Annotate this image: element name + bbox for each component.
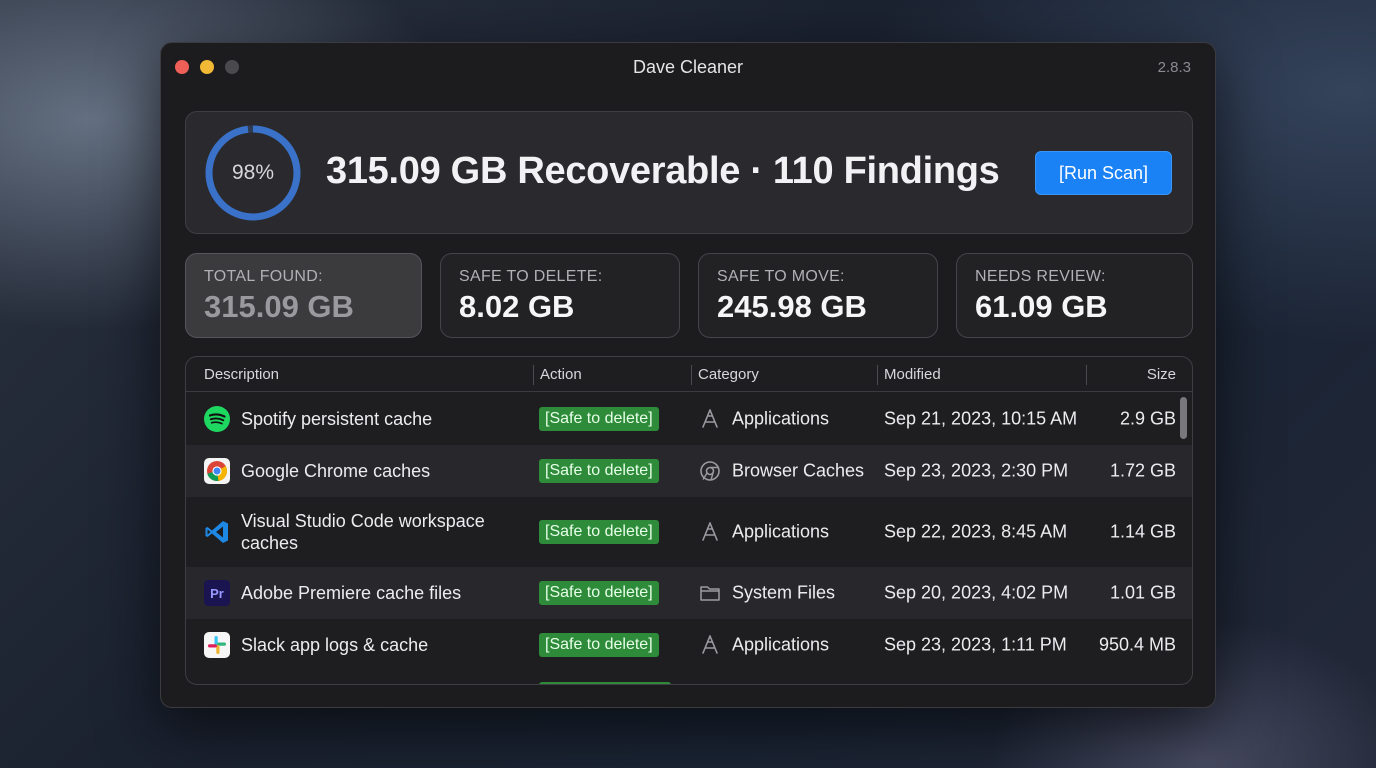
safe-to-delete-badge[interactable]: [Safe to delete] [539,520,659,544]
slack-icon [204,632,230,658]
applications-icon [702,522,718,541]
table-row[interactable]: Pr Adobe Premiere cache files [Safe to d… [186,567,1192,619]
column-divider[interactable] [691,365,692,385]
stat-value: 315.09 GB [204,289,354,324]
app-window: Dave Cleaner 2.8.3 98% 315.09 GB Recover… [160,42,1216,708]
category-cell: System Files [732,582,836,603]
window-title: Dave Cleaner [632,57,744,77]
column-divider[interactable] [877,365,878,385]
stat-value: 8.02 GB [459,289,575,324]
premiere-icon-text: Pr [210,586,224,601]
summary-panel: 98% 315.09 GB Recoverable · 110 Findings… [185,111,1193,234]
description-cell: Adobe Premiere cache files [241,583,462,603]
column-header-size[interactable]: Size [1147,366,1176,383]
stat-label: SAFE TO DELETE: [459,268,603,285]
column-header-description[interactable]: Description [204,366,279,383]
version-label: 2.8.3 [1157,59,1191,76]
modified-cell: Sep 23, 2023, 2:30 PM [884,460,1069,481]
vscode-icon [205,521,228,543]
titlebar: Dave Cleaner 2.8.3 [161,43,1215,91]
modified-cell: Sep 20, 2023, 4:02 PM [884,582,1069,603]
safe-to-delete-badge[interactable]: [Safe to delete] [539,581,659,605]
description-cell: Slack app logs & cache [241,635,429,655]
premiere-icon: Pr [204,580,230,606]
column-header-action[interactable]: Action [540,366,582,383]
browser-icon [700,461,720,481]
stat-safe-to-delete: SAFE TO DELETE: 8.02 GB [440,253,680,338]
progress-percent: 98% [231,161,275,184]
description-cell: Visual Studio Code workspace caches [241,511,485,553]
run-scan-button[interactable]: [Run Scan] [1035,151,1172,195]
findings-table: Description Action Category Modified Siz… [185,356,1193,685]
spotify-icon [204,406,230,432]
stat-value: 245.98 GB [717,289,867,324]
stat-label: TOTAL FOUND: [204,268,323,285]
stat-total-found: TOTAL FOUND: 315.09 GB [185,253,422,338]
recoverable-headline: 315.09 GB Recoverable · 110 Findings [326,150,1000,192]
column-header-modified[interactable]: Modified [884,366,941,383]
column-divider[interactable] [1086,365,1087,385]
category-cell: Applications [732,521,830,542]
column-divider[interactable] [533,365,534,385]
safe-to-delete-badge[interactable]: [Safe to delete] [539,407,659,431]
stat-safe-to-move: SAFE TO MOVE: 245.98 GB [698,253,938,338]
size-cell: 2.9 GB [1119,408,1176,429]
applications-icon [702,409,718,428]
description-cell: Spotify persistent cache [241,409,433,429]
stat-value: 61.09 GB [975,289,1108,324]
stat-label: NEEDS REVIEW: [975,268,1106,285]
stat-label: SAFE TO MOVE: [717,268,845,285]
description-cell: Google Chrome caches [241,461,431,481]
table-row[interactable]: Google Chrome caches [Safe to delete] Br… [186,445,1192,497]
table-row[interactable]: Visual Studio Code workspace caches [Saf… [186,497,1192,567]
modified-cell: Sep 23, 2023, 1:11 PM [884,634,1067,655]
table-row-partial [186,682,1192,684]
safe-to-delete-badge-partial [539,682,671,684]
category-cell: Applications [732,408,830,429]
size-cell: 1.01 GB [1109,582,1176,603]
applications-icon [702,635,718,654]
table-row[interactable]: Slack app logs & cache [Safe to delete] … [186,619,1192,671]
chrome-icon [204,458,230,484]
safe-to-delete-badge[interactable]: [Safe to delete] [539,459,659,483]
table-scrollbar[interactable] [1180,397,1187,439]
safe-to-delete-badge[interactable]: [Safe to delete] [539,633,659,657]
table-row[interactable]: Spotify persistent cache [Safe to delete… [186,393,1192,445]
modified-cell: Sep 22, 2023, 8:45 AM [884,521,1068,542]
column-header-category[interactable]: Category [698,366,759,383]
table-header: Description Action Category Modified Siz… [186,357,1192,392]
size-cell: 1.72 GB [1109,460,1176,481]
folder-icon [700,586,720,601]
size-cell: 950.4 MB [1098,634,1176,655]
size-cell: 1.14 GB [1109,521,1176,542]
stat-needs-review: NEEDS REVIEW: 61.09 GB [956,253,1193,338]
modified-cell: Sep 21, 2023, 10:15 AM [884,408,1078,429]
category-cell: Applications [732,634,830,655]
category-cell: Browser Caches [732,460,865,481]
